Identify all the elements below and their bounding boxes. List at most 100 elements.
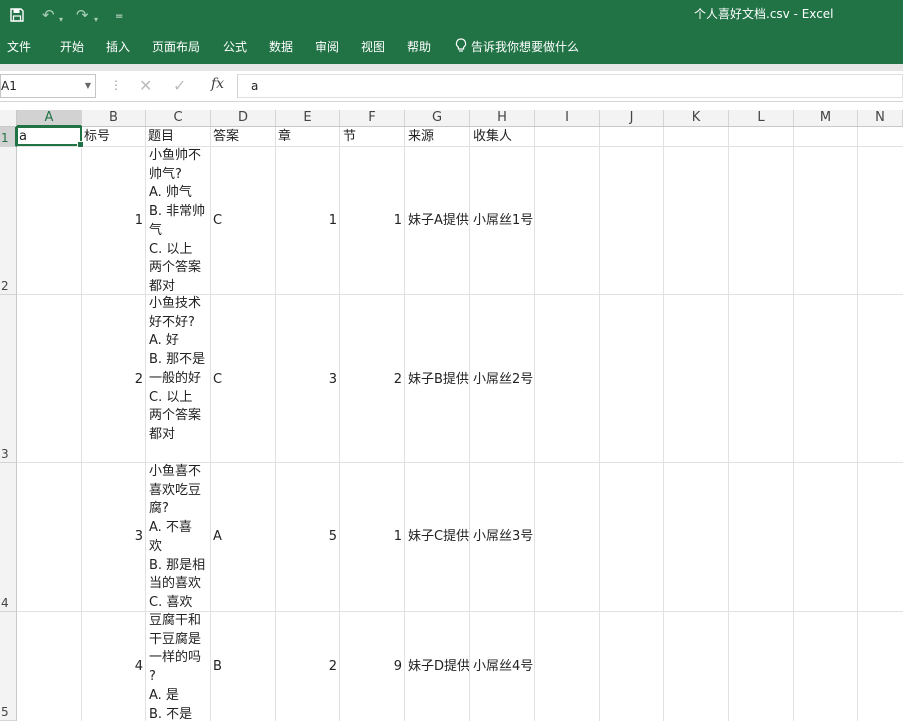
cell-f1[interactable]: 节: [343, 128, 403, 147]
ribbon-collapsed-area: [0, 64, 903, 71]
cell-f4[interactable]: 1: [343, 528, 402, 547]
gridline: [404, 127, 405, 721]
column-header-a[interactable]: A: [17, 110, 82, 127]
customize-icon[interactable]: =: [115, 7, 123, 27]
tab-help[interactable]: 帮助: [407, 39, 431, 55]
name-box[interactable]: A1 ▼: [0, 74, 96, 98]
gridline: [210, 127, 211, 721]
column-header-m[interactable]: M: [794, 110, 858, 126]
column-header-d[interactable]: D: [211, 110, 276, 126]
save-icon[interactable]: [10, 8, 24, 22]
cell-h4[interactable]: 小屌丝3号: [473, 528, 553, 547]
cell-h5[interactable]: 小屌丝4号: [473, 658, 553, 677]
select-all-corner[interactable]: [0, 110, 17, 126]
cell-b1[interactable]: 标号: [84, 128, 144, 147]
redo-icon[interactable]: ↷: [76, 5, 89, 25]
cell-g5[interactable]: 妹子D提供: [408, 658, 469, 677]
ribbon-tabs: 文件 开始 插入 页面布局 公式 数据 审阅 视图 帮助 告诉我你想要做什么: [0, 30, 903, 64]
column-header-c[interactable]: C: [146, 110, 211, 126]
cell-e2[interactable]: 1: [278, 212, 337, 231]
cell-c3[interactable]: 小鱼技术 好不好? A. 好 B. 那不是 一般的好 C. 以上 两个答案 都对: [149, 295, 210, 463]
cell-f5[interactable]: 9: [343, 658, 402, 677]
cell-e4[interactable]: 5: [278, 528, 337, 547]
cell-g4[interactable]: 妹子C提供: [408, 528, 469, 547]
gridline: [728, 127, 729, 721]
row-header-4[interactable]: 4: [0, 463, 17, 612]
title-bar: ↶ ▾ ↷ ▾ = 个人喜好文档.csv - Excel: [0, 0, 903, 30]
column-header-n[interactable]: N: [858, 110, 903, 126]
column-header-g[interactable]: G: [405, 110, 470, 126]
column-header-k[interactable]: K: [664, 110, 729, 126]
name-box-value: A1: [1, 79, 17, 93]
gridline: [793, 127, 794, 721]
cell-c5[interactable]: 豆腐干和 干豆腐是 一样的吗 ? A. 是 B. 不是: [149, 612, 210, 721]
cell-d4[interactable]: A: [213, 528, 273, 547]
formula-input[interactable]: a: [238, 74, 903, 98]
tab-insert[interactable]: 插入: [106, 39, 130, 55]
undo-icon[interactable]: ↶: [42, 5, 55, 25]
column-header-f[interactable]: F: [340, 110, 405, 126]
cell-b2[interactable]: 1: [84, 212, 143, 231]
tab-review[interactable]: 审阅: [315, 39, 339, 55]
column-header-e[interactable]: E: [276, 110, 340, 126]
worksheet-grid[interactable]: 1 2 3 4 5 a 标号 题目 答案 章 节 来源 收集人 1 小鱼帅不 帅…: [0, 127, 903, 721]
cell-c1[interactable]: 题目: [148, 128, 208, 147]
more-options-icon[interactable]: ⋮: [110, 78, 122, 92]
cell-b3[interactable]: 2: [84, 371, 143, 390]
gridline: [469, 127, 470, 721]
chevron-down-icon[interactable]: ▼: [85, 75, 91, 97]
column-header-i[interactable]: I: [535, 110, 600, 126]
gridline: [275, 127, 276, 721]
cell-h3[interactable]: 小屌丝2号: [473, 371, 553, 390]
cell-g2[interactable]: 妹子A提供: [408, 212, 469, 231]
cell-b5[interactable]: 4: [84, 658, 143, 677]
redo-dropdown-icon[interactable]: ▾: [94, 10, 98, 30]
tab-file[interactable]: 文件: [7, 39, 31, 55]
enter-check-icon[interactable]: ✓: [173, 76, 186, 95]
cell-f3[interactable]: 2: [343, 371, 402, 390]
formula-bar: A1 ▼ ⋮ ✕ ✓ fx a: [0, 71, 903, 102]
cell-e1[interactable]: 章: [278, 128, 338, 147]
cell-g1[interactable]: 来源: [408, 128, 468, 147]
gridline: [857, 127, 858, 721]
tab-home[interactable]: 开始: [60, 39, 84, 55]
row-header-3[interactable]: 3: [0, 295, 17, 463]
active-cell-selection[interactable]: [16, 126, 84, 148]
tell-me-search[interactable]: 告诉我你想要做什么: [471, 39, 579, 55]
column-header-l[interactable]: L: [729, 110, 794, 126]
gridline: [339, 127, 340, 721]
undo-dropdown-icon[interactable]: ▾: [59, 10, 63, 30]
column-header-h[interactable]: H: [470, 110, 535, 126]
cell-d5[interactable]: B: [213, 658, 273, 677]
lightbulb-icon: [455, 38, 467, 52]
column-header-j[interactable]: J: [600, 110, 664, 126]
cell-d1[interactable]: 答案: [213, 128, 273, 147]
cell-g3[interactable]: 妹子B提供: [408, 371, 469, 390]
insert-function-icon[interactable]: fx: [211, 76, 224, 92]
column-headers: A B C D E F G H I J K L M N: [0, 110, 903, 127]
gridline: [81, 127, 82, 721]
row-header-5[interactable]: 5: [0, 612, 17, 721]
fill-handle[interactable]: [77, 141, 84, 148]
tab-data[interactable]: 数据: [269, 39, 293, 55]
cell-e5[interactable]: 2: [278, 658, 337, 677]
tab-view[interactable]: 视图: [361, 39, 385, 55]
column-header-b[interactable]: B: [82, 110, 146, 126]
cell-b4[interactable]: 3: [84, 528, 143, 547]
cancel-icon[interactable]: ✕: [139, 76, 152, 95]
cell-h2[interactable]: 小屌丝1号: [473, 212, 553, 231]
cell-c2[interactable]: 小鱼帅不 帅气? A. 帅气 B. 非常帅 气 C. 以上 两个答案 都对: [149, 147, 210, 295]
row-header-2[interactable]: 2: [0, 147, 17, 295]
row-header-1[interactable]: 1: [0, 127, 17, 147]
gridline: [145, 127, 146, 721]
cell-c4[interactable]: 小鱼喜不 喜欢吃豆 腐? A. 不喜 欢 B. 那是相 当的喜欢 C. 喜欢: [149, 463, 210, 612]
cell-d2[interactable]: C: [213, 212, 273, 231]
cell-f2[interactable]: 1: [343, 212, 402, 231]
gridline: [663, 127, 664, 721]
tab-page-layout[interactable]: 页面布局: [152, 39, 200, 55]
window-title: 个人喜好文档.csv - Excel: [694, 7, 834, 21]
tab-formulas[interactable]: 公式: [223, 39, 247, 55]
cell-d3[interactable]: C: [213, 371, 273, 390]
cell-h1[interactable]: 收集人: [473, 128, 533, 147]
cell-e3[interactable]: 3: [278, 371, 337, 390]
